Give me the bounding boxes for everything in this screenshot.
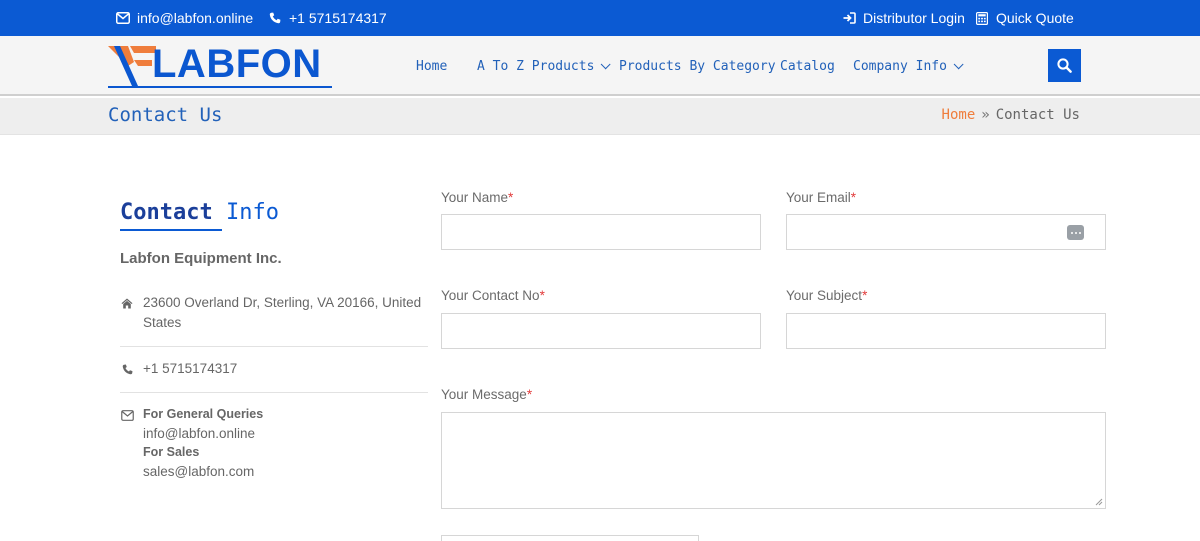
general-email[interactable]: info@labfon.online	[143, 424, 428, 443]
divider	[120, 346, 428, 347]
your-message-label-text: Your Message	[441, 387, 527, 402]
subject-input[interactable]	[787, 314, 1105, 348]
chevron-down-icon	[953, 58, 964, 69]
message-field[interactable]	[441, 412, 1106, 509]
topbar-email: info@labfon.online	[137, 10, 254, 26]
search-icon	[1057, 58, 1072, 73]
home-icon	[120, 296, 134, 310]
breadcrumb-current: Contact Us	[995, 107, 1080, 123]
message-textarea[interactable]	[442, 413, 1105, 508]
envelope-icon	[116, 11, 130, 25]
required-mark: *	[850, 190, 857, 205]
envelope-icon	[120, 408, 134, 422]
phone-row: +1 5715174317	[120, 359, 428, 379]
main-header: LABFON Home A To Z Products Products By …	[0, 36, 1200, 96]
your-name-label-text: Your Name	[441, 190, 509, 205]
nav-a-to-z-products[interactable]: A To Z Products	[477, 36, 611, 96]
autofill-icon[interactable]	[1067, 225, 1084, 240]
calculator-icon	[975, 11, 989, 25]
breadcrumb: Home » Contact Us	[942, 107, 1080, 123]
contact-field[interactable]	[441, 313, 761, 349]
contact-input[interactable]	[442, 314, 760, 348]
breadcrumb-separator: »	[981, 107, 990, 123]
your-subject-label: Your Subject*	[786, 288, 867, 303]
company-name: Labfon Equipment Inc.	[120, 250, 282, 267]
distributor-login-link[interactable]: Distributor Login	[842, 0, 965, 36]
required-mark: *	[526, 387, 533, 402]
quick-quote-link[interactable]: Quick Quote	[975, 0, 1074, 36]
email-input[interactable]	[787, 215, 1105, 249]
your-email-label-text: Your Email	[786, 190, 851, 205]
labfon-logo[interactable]: LABFON	[108, 42, 332, 88]
heading-underline	[120, 229, 222, 231]
name-input[interactable]	[442, 215, 760, 249]
logo-underline	[108, 86, 332, 88]
nav-a-to-z-label: A To Z Products	[477, 58, 595, 74]
phone-icon	[120, 362, 134, 376]
topbar-email-link[interactable]: info@labfon.online	[116, 0, 253, 36]
page-title: Contact Us	[108, 104, 223, 126]
nav-company-info-label: Company Info	[853, 58, 947, 74]
captcha-box[interactable]	[441, 535, 699, 541]
required-mark: *	[508, 190, 514, 205]
address-text: 23600 Overland Dr, Sterling, VA 20166, U…	[143, 295, 422, 330]
phone-text[interactable]: +1 5715174317	[143, 359, 428, 379]
page-title-band: Contact Us Home » Contact Us	[0, 98, 1200, 135]
required-mark: *	[539, 288, 545, 303]
subject-field[interactable]	[786, 313, 1106, 349]
your-message-label: Your Message*	[441, 387, 532, 402]
nav-home[interactable]: Home	[416, 36, 447, 96]
quick-quote-label: Quick Quote	[996, 10, 1074, 26]
nav-company-info[interactable]: Company Info	[853, 36, 964, 96]
your-contact-label-text: Your Contact No	[441, 288, 540, 303]
general-queries-label: For General Queries	[143, 407, 264, 421]
email-row: For General Queries info@labfon.online F…	[120, 405, 428, 481]
email-block: For General Queries info@labfon.online F…	[143, 405, 428, 481]
sign-in-icon	[842, 11, 856, 25]
contact-info-heading-light: Info	[225, 200, 279, 225]
logo-text: LABFON	[152, 42, 322, 86]
top-bar: info@labfon.online +1 5715174317 Distrib…	[0, 0, 1200, 36]
divider	[120, 392, 428, 393]
nav-catalog[interactable]: Catalog	[780, 36, 835, 96]
contact-info-heading: Contact Info	[120, 200, 279, 225]
sales-email[interactable]: sales@labfon.com	[143, 462, 428, 481]
address-row: 23600 Overland Dr, Sterling, VA 20166, U…	[120, 293, 428, 333]
resize-grip-icon[interactable]	[1095, 498, 1103, 506]
your-contact-label: Your Contact No*	[441, 288, 545, 303]
name-field[interactable]	[441, 214, 761, 250]
topbar-phone: +1 5715174317	[289, 10, 387, 26]
chevron-down-icon	[601, 58, 611, 69]
sales-label: For Sales	[143, 445, 200, 459]
email-field[interactable]	[786, 214, 1106, 250]
your-subject-label-text: Your Subject	[786, 288, 863, 303]
topbar-phone-link[interactable]: +1 5715174317	[268, 0, 387, 36]
required-mark: *	[862, 288, 868, 303]
phone-icon	[268, 11, 282, 25]
your-name-label: Your Name*	[441, 190, 513, 205]
distributor-login-label: Distributor Login	[863, 10, 965, 26]
breadcrumb-home-link[interactable]: Home	[942, 107, 976, 123]
your-email-label: Your Email*	[786, 190, 856, 205]
contact-info-heading-bold: Contact	[120, 200, 213, 225]
nav-products-by-category[interactable]: Products By Category	[619, 36, 776, 96]
search-button[interactable]	[1048, 49, 1081, 82]
